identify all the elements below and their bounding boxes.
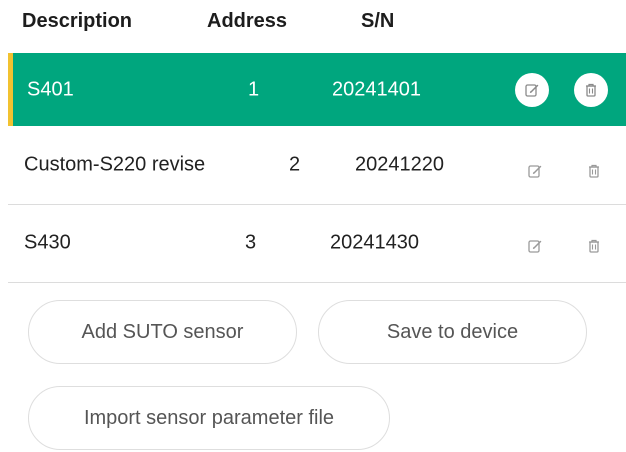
row-address: 3 [245,231,257,254]
row-description: Custom-S220 revise [24,153,206,176]
row-description: S401 [27,78,74,100]
edit-icon [525,83,539,97]
table-header: Description Address S/N [0,0,626,48]
column-header-description: Description [22,10,133,32]
delete-button[interactable] [577,154,611,188]
table-row[interactable]: S430 3 20241430 [8,204,626,283]
row-address: 1 [248,78,260,100]
trash-icon [586,83,596,97]
table-row[interactable]: Custom-S220 revise 2 20241220 [8,126,626,205]
row-description: S430 [24,231,71,254]
save-to-device-button[interactable]: Save to device [318,300,587,364]
delete-button[interactable] [577,229,611,263]
row-sn: 20241220 [355,153,444,176]
edit-button[interactable] [515,72,549,107]
import-sensor-parameter-file-button[interactable]: Import sensor parameter file [28,386,390,450]
delete-button[interactable] [574,72,608,107]
trash-icon [589,164,599,178]
table-row[interactable]: S401 1 20241401 [8,53,626,126]
add-suto-sensor-button[interactable]: Add SUTO sensor [28,300,297,364]
edit-icon [528,165,542,178]
row-address: 2 [289,153,301,176]
column-header-address: Address [207,10,288,32]
column-header-sn: S/N [361,10,395,32]
row-sn: 20241430 [330,231,419,254]
trash-icon [589,239,599,253]
row-sn: 20241401 [332,78,421,100]
edit-button[interactable] [518,229,552,263]
edit-button[interactable] [518,154,552,188]
edit-icon [528,240,542,253]
